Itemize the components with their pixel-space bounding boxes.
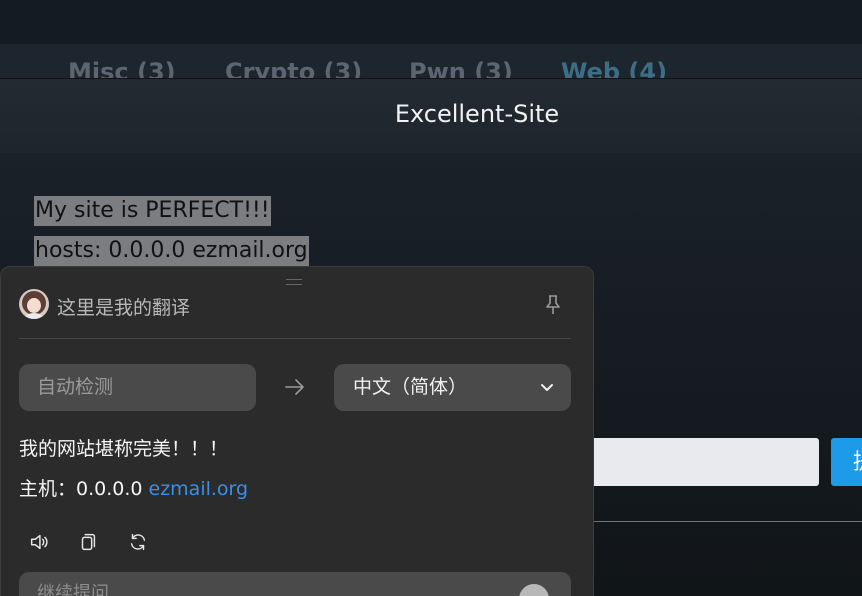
source-language-select[interactable]: 自动检测 [19, 364, 256, 411]
panel-title: 这里是我的翻译 [57, 297, 191, 319]
translation-result-line: 主机：0.0.0.0 ezmail.org [19, 474, 248, 501]
flag-input[interactable] [580, 438, 819, 486]
category-tabs: ) Misc (3) Crypto (3) Pwn (3) Web (4) [0, 44, 862, 78]
challenge-description-line: hosts: 0.0.0.0 ezmail.org [34, 236, 309, 266]
pin-icon[interactable] [541, 293, 565, 317]
tab-crypto[interactable]: Crypto (3) [225, 58, 362, 78]
refresh-icon[interactable] [127, 531, 149, 553]
translation-panel: 这里是我的翻译 自动检测 中文（简体） 我的网站堪称完美！！！ 主机：0.0.0… [0, 266, 594, 596]
tab-misc[interactable]: Misc (3) [68, 58, 176, 78]
translation-result-line: 我的网站堪称完美！！！ [19, 438, 229, 460]
result-text: 主机：0.0.0.0 [19, 478, 149, 500]
target-language-label: 中文（简体） [353, 376, 468, 398]
avatar [19, 289, 49, 319]
followup-input[interactable]: 继续提问 [19, 572, 571, 596]
submit-button[interactable]: 提 [831, 438, 862, 486]
copy-icon[interactable] [77, 531, 99, 553]
chevron-down-icon [541, 384, 553, 391]
target-language-select[interactable]: 中文（简体） [334, 364, 571, 411]
tab-pwn[interactable]: Pwn (3) [409, 58, 513, 78]
divider [594, 521, 862, 522]
tab-web[interactable]: Web (4) [561, 58, 667, 78]
challenge-description-line: My site is PERFECT!!! [34, 196, 271, 226]
arrow-right-icon [285, 379, 304, 395]
speaker-icon[interactable] [28, 531, 50, 553]
challenge-modal-header: Excellent-Site [0, 78, 862, 153]
top-bar [0, 0, 862, 44]
result-link[interactable]: ezmail.org [149, 478, 249, 500]
drag-handle[interactable] [286, 279, 302, 285]
divider [19, 338, 571, 339]
challenge-title: Excellent-Site [394, 100, 560, 128]
